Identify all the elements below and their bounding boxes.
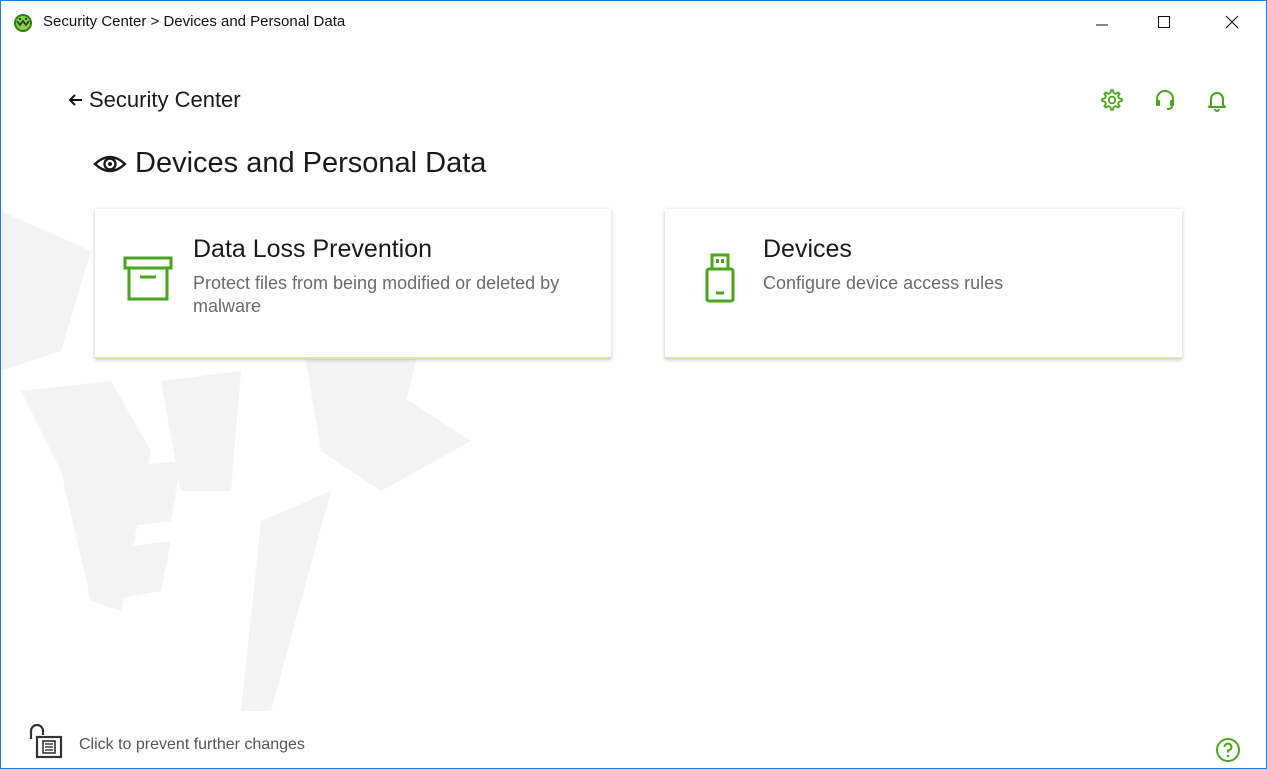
back-link[interactable]: Security Center bbox=[67, 87, 241, 113]
settings-button[interactable] bbox=[1098, 86, 1126, 114]
app-logo-icon bbox=[14, 14, 32, 32]
headset-icon bbox=[1156, 90, 1174, 110]
usb-drive-icon bbox=[705, 253, 735, 303]
back-link-label: Security Center bbox=[89, 87, 241, 112]
title-bar: Security Center > Devices and Personal D… bbox=[1, 1, 1266, 43]
card-title: Devices bbox=[763, 235, 852, 263]
archive-box-icon bbox=[123, 256, 173, 301]
lock-changes-button[interactable]: Click to prevent further changes bbox=[27, 723, 305, 759]
bell-icon bbox=[1208, 92, 1226, 112]
eye-icon bbox=[93, 155, 127, 172]
help-icon[interactable] bbox=[1215, 737, 1241, 763]
close-icon bbox=[1225, 15, 1239, 29]
minimize-icon bbox=[1096, 24, 1108, 26]
app-window: Security Center > Devices and Personal D… bbox=[0, 0, 1267, 769]
support-button[interactable] bbox=[1151, 86, 1179, 114]
card-title: Data Loss Prevention bbox=[193, 235, 433, 263]
arrow-left-icon bbox=[68, 94, 82, 106]
close-button[interactable] bbox=[1209, 1, 1255, 43]
page-title-label: Devices and Personal Data bbox=[135, 147, 487, 179]
maximize-button[interactable] bbox=[1141, 1, 1187, 43]
maximize-icon bbox=[1158, 16, 1170, 28]
data-loss-prevention-card[interactable]: Data Loss Prevention Protect files from … bbox=[95, 209, 611, 359]
gear-icon bbox=[1101, 89, 1123, 111]
minimize-button[interactable] bbox=[1079, 1, 1125, 43]
notifications-button[interactable] bbox=[1203, 86, 1231, 114]
lock-changes-label: Click to prevent further changes bbox=[79, 736, 305, 753]
card-description: Protect files from being modified or del… bbox=[193, 273, 560, 316]
padlock-open-icon bbox=[29, 723, 63, 759]
page-title: Devices and Personal Data bbox=[93, 147, 486, 180]
window-title: Security Center > Devices and Personal D… bbox=[43, 13, 346, 30]
card-description: Configure device access rules bbox=[763, 273, 1004, 293]
devices-card[interactable]: Devices Configure device access rules bbox=[665, 209, 1182, 359]
